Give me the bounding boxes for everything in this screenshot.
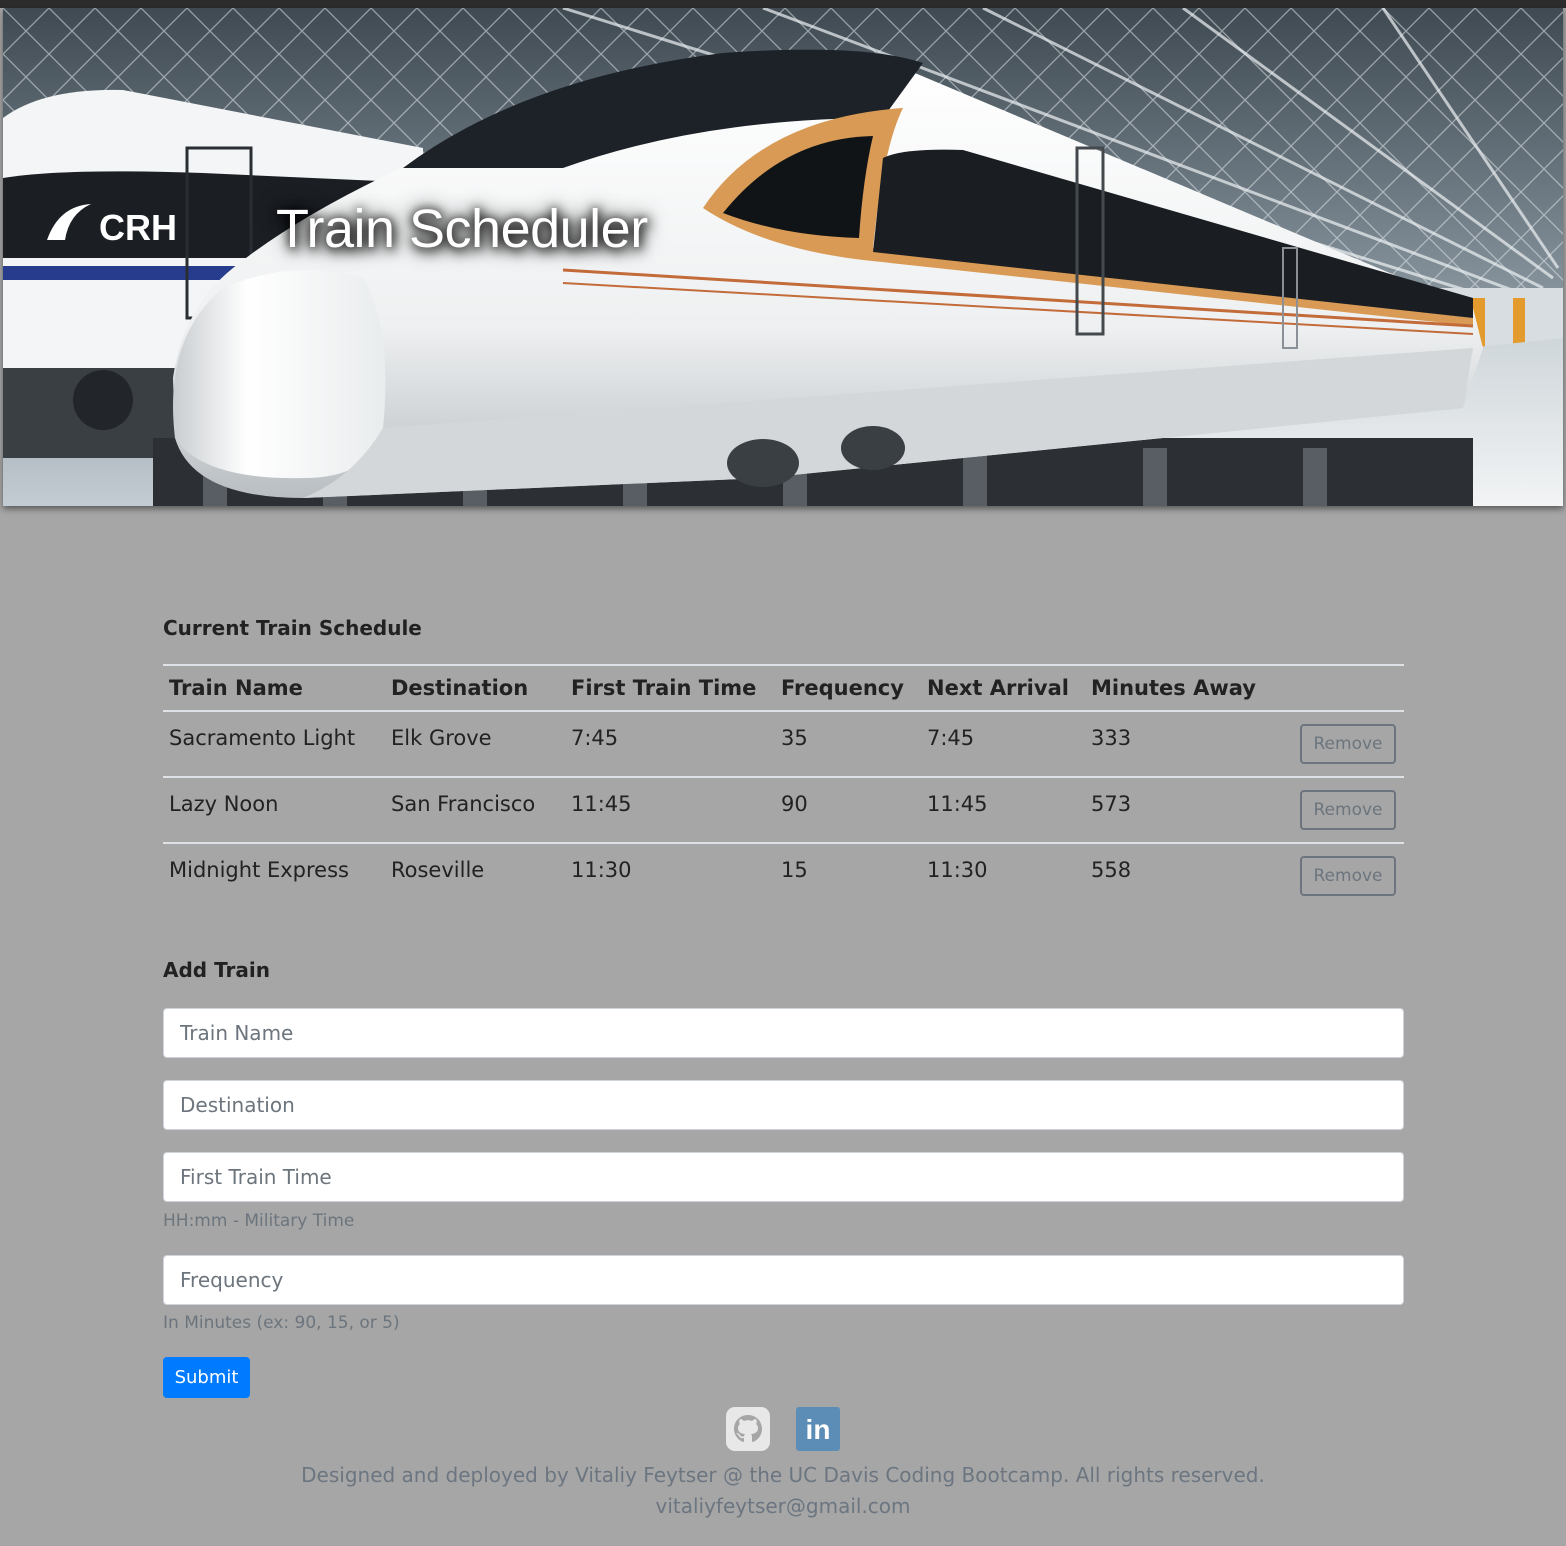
cell-first-train-time: 11:45 — [565, 776, 775, 843]
schedule-heading: Current Train Schedule — [163, 616, 422, 640]
table-row: Lazy Noon San Francisco 11:45 90 11:45 5… — [163, 776, 1404, 843]
table-row: Midnight Express Roseville 11:30 15 11:3… — [163, 842, 1404, 908]
cell-destination: Roseville — [385, 842, 565, 908]
cell-next-arrival: 11:30 — [921, 842, 1085, 908]
footer-credit: Designed and deployed by Vitaliy Feytser… — [301, 1463, 1265, 1487]
cell-first-train-time: 7:45 — [565, 710, 775, 777]
col-first-train-time: First Train Time — [565, 664, 775, 711]
cell-frequency: 15 — [775, 842, 921, 908]
schedule-table: Train Name Destination First Train Time … — [163, 664, 1404, 908]
cell-minutes-away: 558 — [1085, 842, 1282, 908]
cell-next-arrival: 11:45 — [921, 776, 1085, 843]
cell-destination: San Francisco — [385, 776, 565, 843]
footer-email: vitaliyfeytser@gmail.com — [655, 1494, 911, 1518]
frequency-input[interactable] — [163, 1255, 1404, 1305]
train-name-input[interactable] — [163, 1008, 1404, 1058]
first-train-time-help: HH:mm - Military Time — [163, 1211, 355, 1231]
cell-frequency: 90 — [775, 776, 921, 843]
cell-actions: Remove — [1281, 710, 1404, 777]
cell-actions: Remove — [1281, 776, 1404, 843]
cell-train-name: Lazy Noon — [163, 776, 385, 843]
page-title: Train Scheduler — [276, 199, 648, 259]
linkedin-link[interactable]: in — [796, 1407, 840, 1451]
cell-minutes-away: 573 — [1085, 776, 1282, 843]
linkedin-glyph: in — [806, 1414, 831, 1445]
cell-minutes-away: 333 — [1085, 710, 1282, 777]
cell-train-name: Midnight Express — [163, 842, 385, 908]
first-train-time-input[interactable] — [163, 1152, 1404, 1202]
remove-button[interactable]: Remove — [1300, 856, 1396, 896]
cell-first-train-time: 11:30 — [565, 842, 775, 908]
col-destination: Destination — [385, 664, 565, 711]
destination-input[interactable] — [163, 1080, 1404, 1130]
crh-logo: CRH — [99, 207, 177, 248]
col-minutes-away: Minutes Away — [1085, 664, 1282, 711]
cell-train-name: Sacramento Light — [163, 710, 385, 777]
col-train-name: Train Name — [163, 664, 385, 711]
table-header-row: Train Name Destination First Train Time … — [163, 664, 1404, 711]
col-actions — [1281, 664, 1404, 711]
train-image: CRH — [3, 8, 1563, 506]
github-icon — [726, 1407, 770, 1451]
cell-frequency: 35 — [775, 710, 921, 777]
submit-button[interactable]: Submit — [163, 1357, 250, 1398]
remove-button[interactable]: Remove — [1300, 724, 1396, 764]
hero-banner: CRH Train Scheduler — [3, 8, 1563, 506]
col-frequency: Frequency — [775, 664, 921, 711]
browser-top-edge — [0, 0, 1566, 8]
frequency-help: In Minutes (ex: 90, 15, or 5) — [163, 1313, 400, 1333]
cell-next-arrival: 7:45 — [921, 710, 1085, 777]
table-row: Sacramento Light Elk Grove 7:45 35 7:45 … — [163, 710, 1404, 777]
remove-button[interactable]: Remove — [1300, 790, 1396, 830]
cell-destination: Elk Grove — [385, 710, 565, 777]
add-train-heading: Add Train — [163, 958, 270, 982]
cell-actions: Remove — [1281, 842, 1404, 908]
col-next-arrival: Next Arrival — [921, 664, 1085, 711]
linkedin-icon: in — [796, 1407, 840, 1451]
github-link[interactable] — [726, 1407, 770, 1451]
